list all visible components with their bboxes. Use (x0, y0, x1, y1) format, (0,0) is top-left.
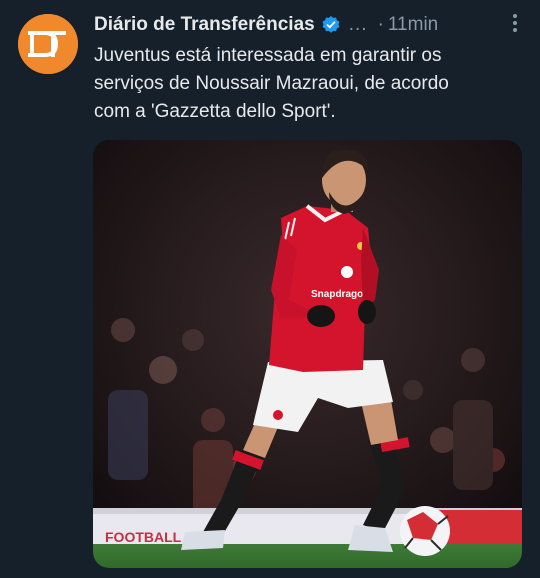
football-player-photo: FOOTBALL Snapdragon (93, 140, 522, 568)
verified-badge-icon (322, 15, 340, 33)
tweet-photo[interactable]: FOOTBALL Snapdragon (93, 140, 522, 568)
shirt-sponsor: Snapdragon (311, 289, 369, 300)
tweet-timestamp[interactable]: 11min (388, 14, 438, 36)
more-dots-icon[interactable] (512, 14, 518, 36)
tweet-text-line: com a 'Gazzetta dello Sport'. (94, 101, 336, 122)
tweet-text: Juventus está interessada em garantir os… (94, 42, 530, 126)
tweet-text-line: Juventus está interessada em garantir os (94, 45, 442, 66)
tweet-text-line: serviços de Noussair Mazraoui, de acordo (94, 73, 449, 94)
avatar[interactable] (18, 14, 78, 74)
tweet-header: Diário de Transferências ... · 11min (94, 12, 520, 38)
account-name[interactable]: Diário de Transferências (94, 14, 315, 36)
tweet[interactable]: Diário de Transferências ... · 11min Juv… (0, 0, 540, 578)
avatar-logo-icon (18, 14, 78, 74)
board-text: FOOTBALL (105, 529, 182, 545)
handle-ellipsis: ... (348, 14, 368, 35)
separator-dot: · (377, 14, 384, 35)
